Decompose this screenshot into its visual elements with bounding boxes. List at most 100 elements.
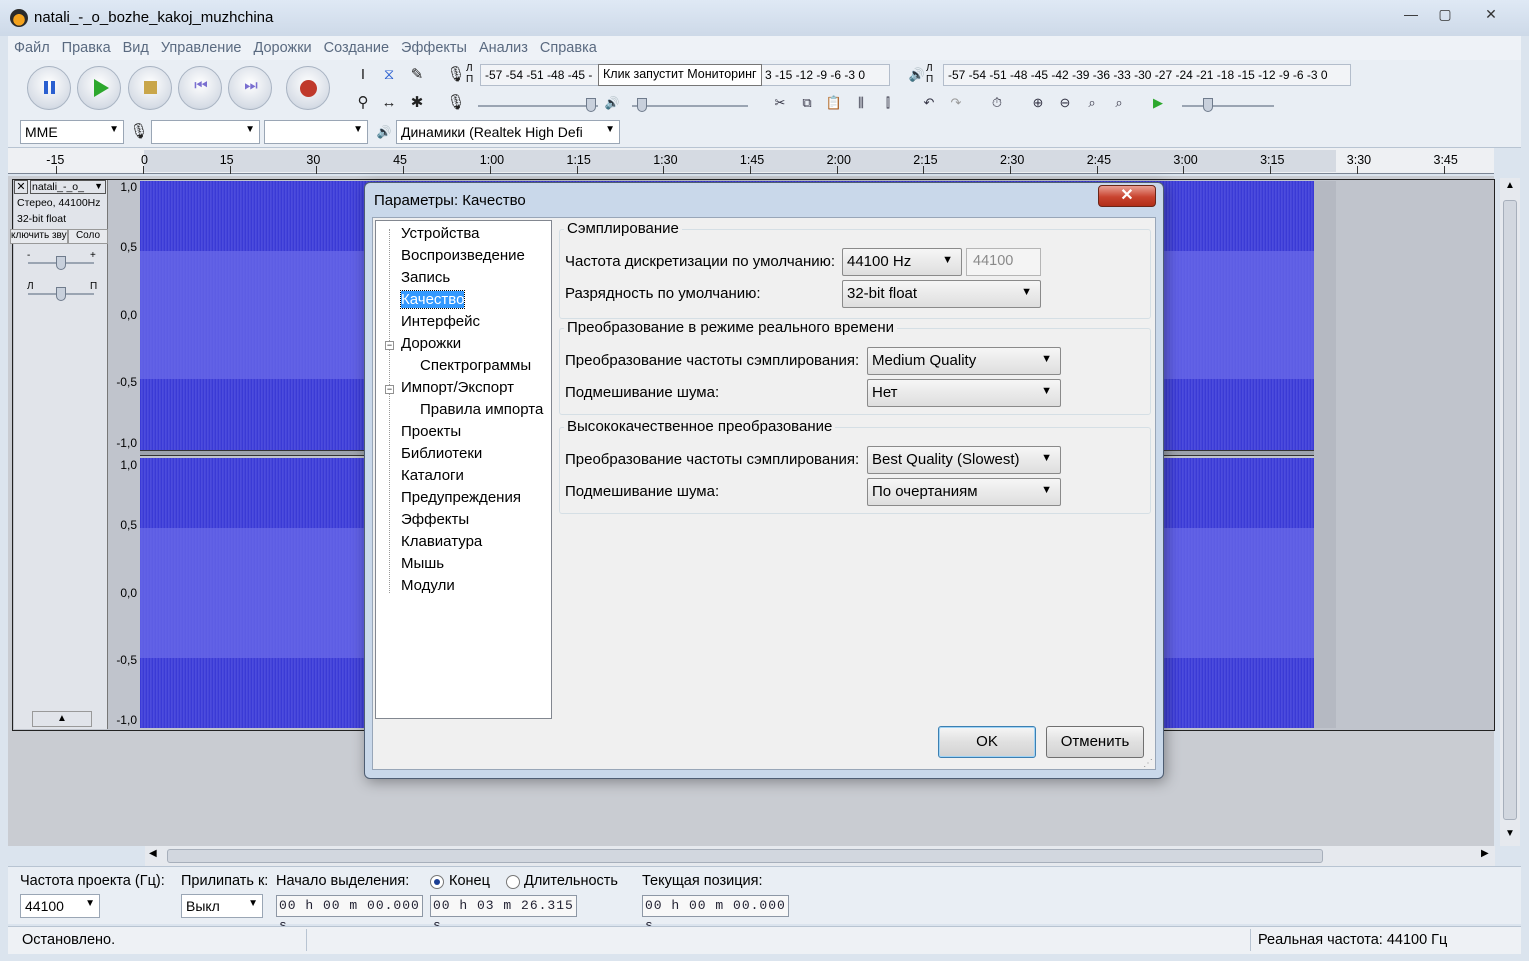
- menu-transport[interactable]: Управление: [155, 36, 248, 56]
- tree-item[interactable]: Спектрограммы: [420, 357, 531, 374]
- tree-item[interactable]: Модули: [401, 577, 455, 594]
- silence-icon[interactable]: ⫿: [876, 91, 900, 115]
- tree-item[interactable]: Качество: [399, 290, 466, 309]
- record-button[interactable]: [286, 66, 330, 110]
- horizontal-scroll-thumb[interactable]: [167, 849, 1323, 863]
- maximize-button[interactable]: ▢: [1430, 4, 1460, 24]
- snap-to-select[interactable]: Выкл ▼: [181, 894, 263, 918]
- stop-button[interactable]: [128, 66, 172, 110]
- selection-end-time[interactable]: 00 h 03 m 26.315 s: [430, 895, 577, 933]
- microphone-icon[interactable]: 🎙: [444, 63, 468, 87]
- dialog-close-button[interactable]: ✕: [1098, 185, 1156, 207]
- menu-generate[interactable]: Создание: [318, 36, 395, 56]
- default-format-select[interactable]: 32-bit float ▼: [842, 280, 1041, 308]
- input-device-select[interactable]: ▼: [151, 120, 260, 144]
- skip-start-button[interactable]: ⏮: [178, 66, 222, 110]
- tree-item[interactable]: Библиотеки: [401, 445, 482, 462]
- tree-item[interactable]: Каталоги: [401, 467, 464, 484]
- menu-analyze[interactable]: Анализ: [473, 36, 534, 56]
- zoom-in-icon[interactable]: ⊕: [1026, 91, 1050, 115]
- scroll-right-icon[interactable]: ▶: [1481, 848, 1489, 859]
- tree-item[interactable]: Эффекты: [401, 511, 469, 528]
- menu-view[interactable]: Вид: [117, 36, 155, 56]
- tree-item[interactable]: Устройства: [401, 225, 479, 242]
- cut-icon[interactable]: ✂: [768, 91, 792, 115]
- menu-tracks[interactable]: Дорожки: [247, 36, 317, 56]
- play-button[interactable]: [77, 66, 121, 110]
- vertical-scrollbar[interactable]: ▲ ▼: [1500, 178, 1520, 846]
- audio-position-time[interactable]: 00 h 00 m 00.000 s: [642, 895, 789, 933]
- gain-slider[interactable]: [56, 256, 66, 270]
- input-channels-select[interactable]: ▼: [264, 120, 368, 144]
- tree-expander-icon[interactable]: −: [385, 341, 394, 350]
- paste-icon[interactable]: 📋: [822, 91, 846, 115]
- tree-item[interactable]: Интерфейс: [401, 313, 480, 330]
- ok-button[interactable]: OK: [938, 726, 1036, 758]
- custom-rate-input[interactable]: 44100: [966, 248, 1041, 276]
- close-track-icon[interactable]: ✕: [14, 180, 28, 194]
- copy-icon[interactable]: ⧉: [795, 91, 819, 115]
- project-rate-select[interactable]: 44100 ▼: [20, 894, 100, 918]
- scroll-down-icon[interactable]: ▼: [1502, 828, 1518, 839]
- trim-icon[interactable]: ⫼: [849, 91, 873, 115]
- cancel-button[interactable]: Отменить: [1046, 726, 1144, 758]
- redo-icon[interactable]: ↷: [944, 91, 968, 115]
- resize-grip-icon[interactable]: ⋰: [1143, 758, 1153, 769]
- solo-button[interactable]: Соло: [68, 229, 108, 244]
- scroll-up-icon[interactable]: ▲: [1502, 180, 1518, 191]
- tree-item[interactable]: Мышь: [401, 555, 444, 572]
- pause-button[interactable]: [27, 66, 71, 110]
- ruler-tick-mark: [56, 166, 58, 174]
- tree-item[interactable]: Предупреждения: [401, 489, 521, 506]
- length-radio[interactable]: [506, 875, 520, 889]
- pan-slider[interactable]: [56, 287, 66, 301]
- menu-edit[interactable]: Правка: [56, 36, 117, 56]
- scroll-left-icon[interactable]: ◀: [149, 848, 157, 859]
- vertical-scroll-thumb[interactable]: [1503, 200, 1517, 820]
- selection-tool-icon[interactable]: I: [351, 63, 375, 87]
- timeshift-tool-icon[interactable]: ↔: [377, 91, 401, 115]
- sync-lock-icon[interactable]: ⏱: [985, 91, 1009, 115]
- play-at-speed-icon[interactable]: ▶: [1146, 91, 1170, 115]
- play-speed-slider[interactable]: [1203, 98, 1213, 112]
- tree-item[interactable]: Запись: [401, 269, 450, 286]
- multi-tool-icon[interactable]: ✱: [405, 91, 429, 115]
- undo-icon[interactable]: ↶: [917, 91, 941, 115]
- tree-item[interactable]: Клавиатура: [401, 533, 482, 550]
- close-window-button[interactable]: ✕: [1476, 4, 1506, 24]
- minimize-button[interactable]: —: [1396, 4, 1426, 24]
- end-radio[interactable]: [430, 875, 444, 889]
- output-volume-slider[interactable]: [637, 98, 647, 112]
- playback-meter[interactable]: -57 -54 -51 -48 -45 -42 -39 -36 -33 -30 …: [943, 64, 1351, 86]
- envelope-tool-icon[interactable]: ⧖: [377, 63, 401, 87]
- tree-item[interactable]: Воспроизведение: [401, 247, 525, 264]
- track-name-menu[interactable]: natali_-_o_ ▼: [30, 180, 106, 194]
- tree-item[interactable]: Импорт/Экспорт: [401, 379, 514, 396]
- output-device-select[interactable]: Динамики (Realtek High Defi ▼: [396, 120, 620, 144]
- realtime-rate-conv-select[interactable]: Medium Quality ▼: [867, 347, 1061, 375]
- tree-item[interactable]: Проекты: [401, 423, 461, 440]
- zoom-tool-icon[interactable]: ⚲: [351, 91, 375, 115]
- tree-item[interactable]: Дорожки: [401, 335, 461, 352]
- horizontal-scrollbar[interactable]: ◀ ▶: [145, 846, 1495, 866]
- zoom-out-icon[interactable]: ⊖: [1053, 91, 1077, 115]
- default-rate-select[interactable]: 44100 Hz ▼: [842, 248, 962, 276]
- hq-dither-select[interactable]: По очертаниям ▼: [867, 478, 1061, 506]
- input-volume-slider[interactable]: [586, 98, 596, 112]
- menu-help[interactable]: Справка: [534, 36, 603, 56]
- skip-end-button[interactable]: ⏭: [228, 66, 272, 110]
- preferences-tree[interactable]: Устройства Воспроизведение Запись Качество И…: [375, 220, 552, 719]
- tree-expander-icon[interactable]: −: [385, 385, 394, 394]
- tree-item[interactable]: Правила импорта: [420, 401, 543, 418]
- audio-host-select[interactable]: MME ▼: [20, 120, 124, 144]
- fit-project-icon[interactable]: ⌕: [1107, 91, 1131, 115]
- menu-effects[interactable]: Эффекты: [395, 36, 473, 56]
- realtime-dither-select[interactable]: Нет ▼: [867, 379, 1061, 407]
- collapse-track-icon[interactable]: ▲: [32, 711, 92, 727]
- draw-tool-icon[interactable]: ✎: [405, 63, 429, 87]
- menu-file[interactable]: Файл: [8, 36, 56, 56]
- selection-start-time[interactable]: 00 h 00 m 00.000 s: [276, 895, 423, 933]
- fit-selection-icon[interactable]: ⌕: [1080, 91, 1104, 115]
- mute-button[interactable]: ключить звук: [10, 229, 68, 244]
- hq-rate-conv-select[interactable]: Best Quality (Slowest) ▼: [867, 446, 1061, 474]
